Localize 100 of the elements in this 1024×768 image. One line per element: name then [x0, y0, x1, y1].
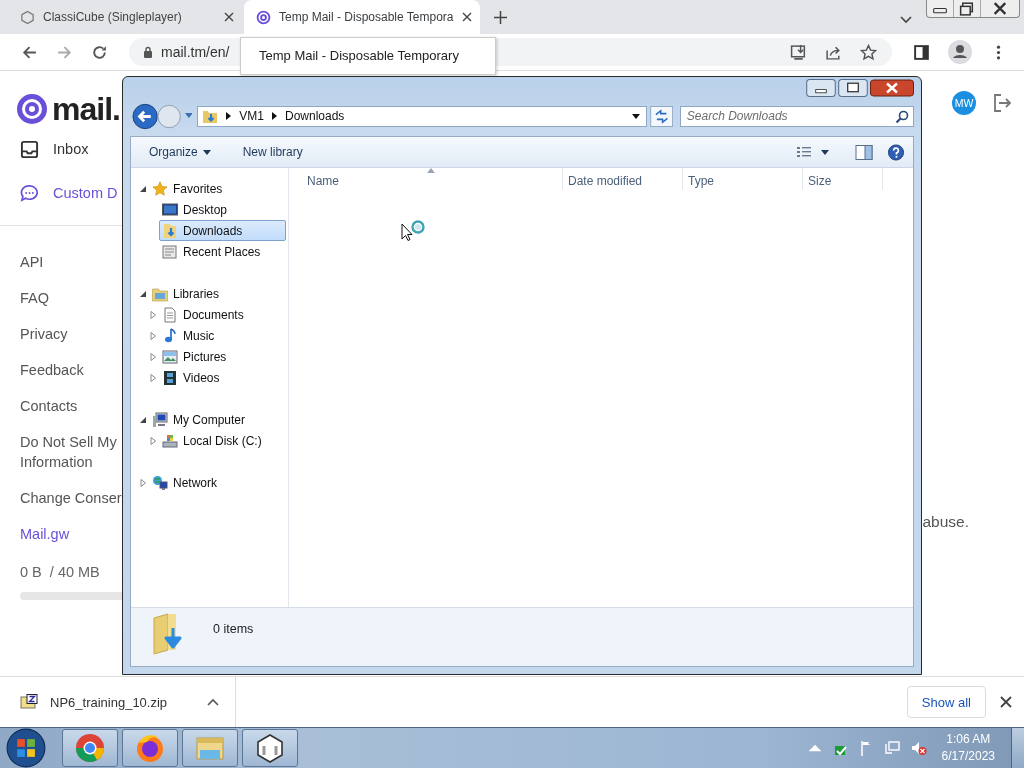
cube-icon [20, 9, 35, 25]
close-icon[interactable] [461, 12, 472, 22]
tree-item[interactable]: My Computer [149, 409, 286, 430]
footer-link[interactable]: Do Not Sell My Information [20, 432, 122, 472]
toolbar-button[interactable]: New library [234, 141, 311, 163]
chevron-up-icon[interactable] [207, 698, 219, 706]
new-tab-icon[interactable] [494, 11, 507, 24]
busy-cursor-icon [401, 220, 427, 242]
search-field[interactable]: Search Downloads [679, 105, 914, 127]
close-icon[interactable] [1000, 696, 1012, 708]
install-icon[interactable] [790, 43, 807, 61]
folder-icon [202, 108, 219, 124]
library-icon [152, 285, 168, 302]
footer-link[interactable]: FAQ [20, 288, 122, 308]
nav-item[interactable]: Custom D [0, 171, 120, 215]
footer-link[interactable]: Contacts [20, 396, 122, 416]
expanded-arrow-icon[interactable] [139, 289, 147, 298]
tab-tooltip: Temp Mail - Disposable Temporary [240, 37, 496, 75]
folder-icon [162, 222, 178, 239]
cube-icon [255, 733, 285, 763]
tree-item[interactable]: Desktop [159, 199, 286, 220]
view-options-icon[interactable] [795, 145, 831, 159]
desktop-icon [162, 201, 178, 218]
taskbar-button[interactable] [242, 729, 298, 767]
chrome-icon [75, 733, 105, 763]
side-panel-icon[interactable] [913, 43, 930, 61]
footer-link[interactable]: API [20, 252, 122, 272]
tree-item[interactable]: Documents [159, 304, 286, 325]
collapsed-arrow-icon[interactable] [149, 436, 157, 445]
collapsed-arrow-icon[interactable] [139, 478, 147, 487]
organize-menu[interactable]: Organize [141, 141, 219, 163]
sort-arrow-icon [427, 168, 435, 173]
expanded-arrow-icon[interactable] [139, 415, 147, 424]
preview-pane-icon[interactable] [855, 143, 873, 161]
film-icon [162, 369, 178, 386]
footer-link[interactable]: Feedback [20, 360, 122, 380]
tree-item[interactable]: Music [159, 325, 286, 346]
tree-item[interactable]: Network [149, 472, 286, 493]
profile-icon[interactable] [948, 40, 972, 64]
logo-text: mail. [52, 90, 120, 128]
maximize-icon[interactable] [838, 79, 868, 97]
tree-item[interactable]: Favorites [149, 178, 286, 199]
chat-icon [20, 183, 39, 203]
start-button[interactable] [6, 728, 46, 768]
caret-icon[interactable] [226, 112, 232, 120]
inbox-icon [20, 139, 39, 159]
fox-icon [135, 733, 165, 763]
tree-item[interactable]: Downloads [159, 220, 286, 241]
storage-text: 0 B / 40 MB [20, 564, 100, 580]
picture-icon [162, 348, 178, 365]
tree-item[interactable]: Pictures [159, 346, 286, 367]
refresh-icon[interactable] [649, 105, 673, 127]
music-note-icon [162, 327, 178, 344]
caret-icon[interactable] [631, 113, 640, 119]
back-icon[interactable] [132, 102, 159, 130]
close-icon[interactable] [224, 12, 234, 22]
chevron-down-icon[interactable] [900, 16, 912, 24]
muted-speaker-icon[interactable] [910, 740, 927, 756]
column-header[interactable]: Type [683, 168, 803, 190]
caret-icon[interactable] [272, 112, 277, 120]
browser-tab[interactable]: ClassiCube (Singleplayer) [8, 0, 244, 34]
collapsed-arrow-icon[interactable] [149, 310, 157, 319]
tree-item[interactable]: Local Disk (C:) [159, 430, 286, 451]
network-icon [152, 474, 168, 491]
breadcrumb[interactable]: Downloads [285, 109, 345, 123]
collapsed-arrow-icon[interactable] [149, 331, 157, 340]
disk-icon [162, 432, 178, 449]
tree-item[interactable]: Recent Places [159, 241, 286, 262]
column-header[interactable]: Date modified [563, 168, 683, 190]
logout-icon[interactable] [992, 93, 1012, 113]
footer-link[interactable]: Privacy [20, 324, 122, 344]
tree-item[interactable]: Libraries [149, 283, 286, 304]
collapsed-arrow-icon[interactable] [149, 352, 157, 361]
collapsed-arrow-icon[interactable] [149, 373, 157, 382]
body-text: abuse. [922, 513, 969, 531]
nav-item[interactable]: Inbox [0, 127, 91, 171]
computer-icon [152, 411, 168, 428]
taskbar-button[interactable] [122, 729, 178, 767]
browser-tab[interactable]: Temp Mail - Disposable Tempora [244, 0, 480, 34]
footer-link[interactable]: Change Conser [20, 488, 122, 508]
item-count: 0 items [213, 622, 254, 636]
logo-icon [16, 93, 48, 125]
reload-icon[interactable] [91, 43, 108, 61]
show-all-button[interactable]: Show all [906, 686, 986, 718]
tree-item[interactable]: Videos [159, 367, 286, 388]
address-bar[interactable]: VM1 Downloads [197, 105, 647, 127]
breadcrumb[interactable]: VM1 [239, 109, 264, 123]
show-desktop-button[interactable] [1011, 728, 1024, 768]
footer-link[interactable]: Mail.gw [20, 524, 122, 544]
column-header[interactable]: Size [803, 168, 883, 190]
expanded-arrow-icon[interactable] [139, 184, 147, 193]
minimize-icon[interactable] [806, 79, 836, 97]
document-icon [162, 306, 178, 323]
close-icon[interactable] [870, 79, 914, 97]
lock-icon [143, 46, 153, 58]
help-icon[interactable] [887, 143, 905, 161]
zip-file-icon [20, 694, 38, 710]
search-icon[interactable] [895, 109, 909, 124]
star-icon [152, 180, 168, 197]
star-icon[interactable] [860, 43, 877, 61]
